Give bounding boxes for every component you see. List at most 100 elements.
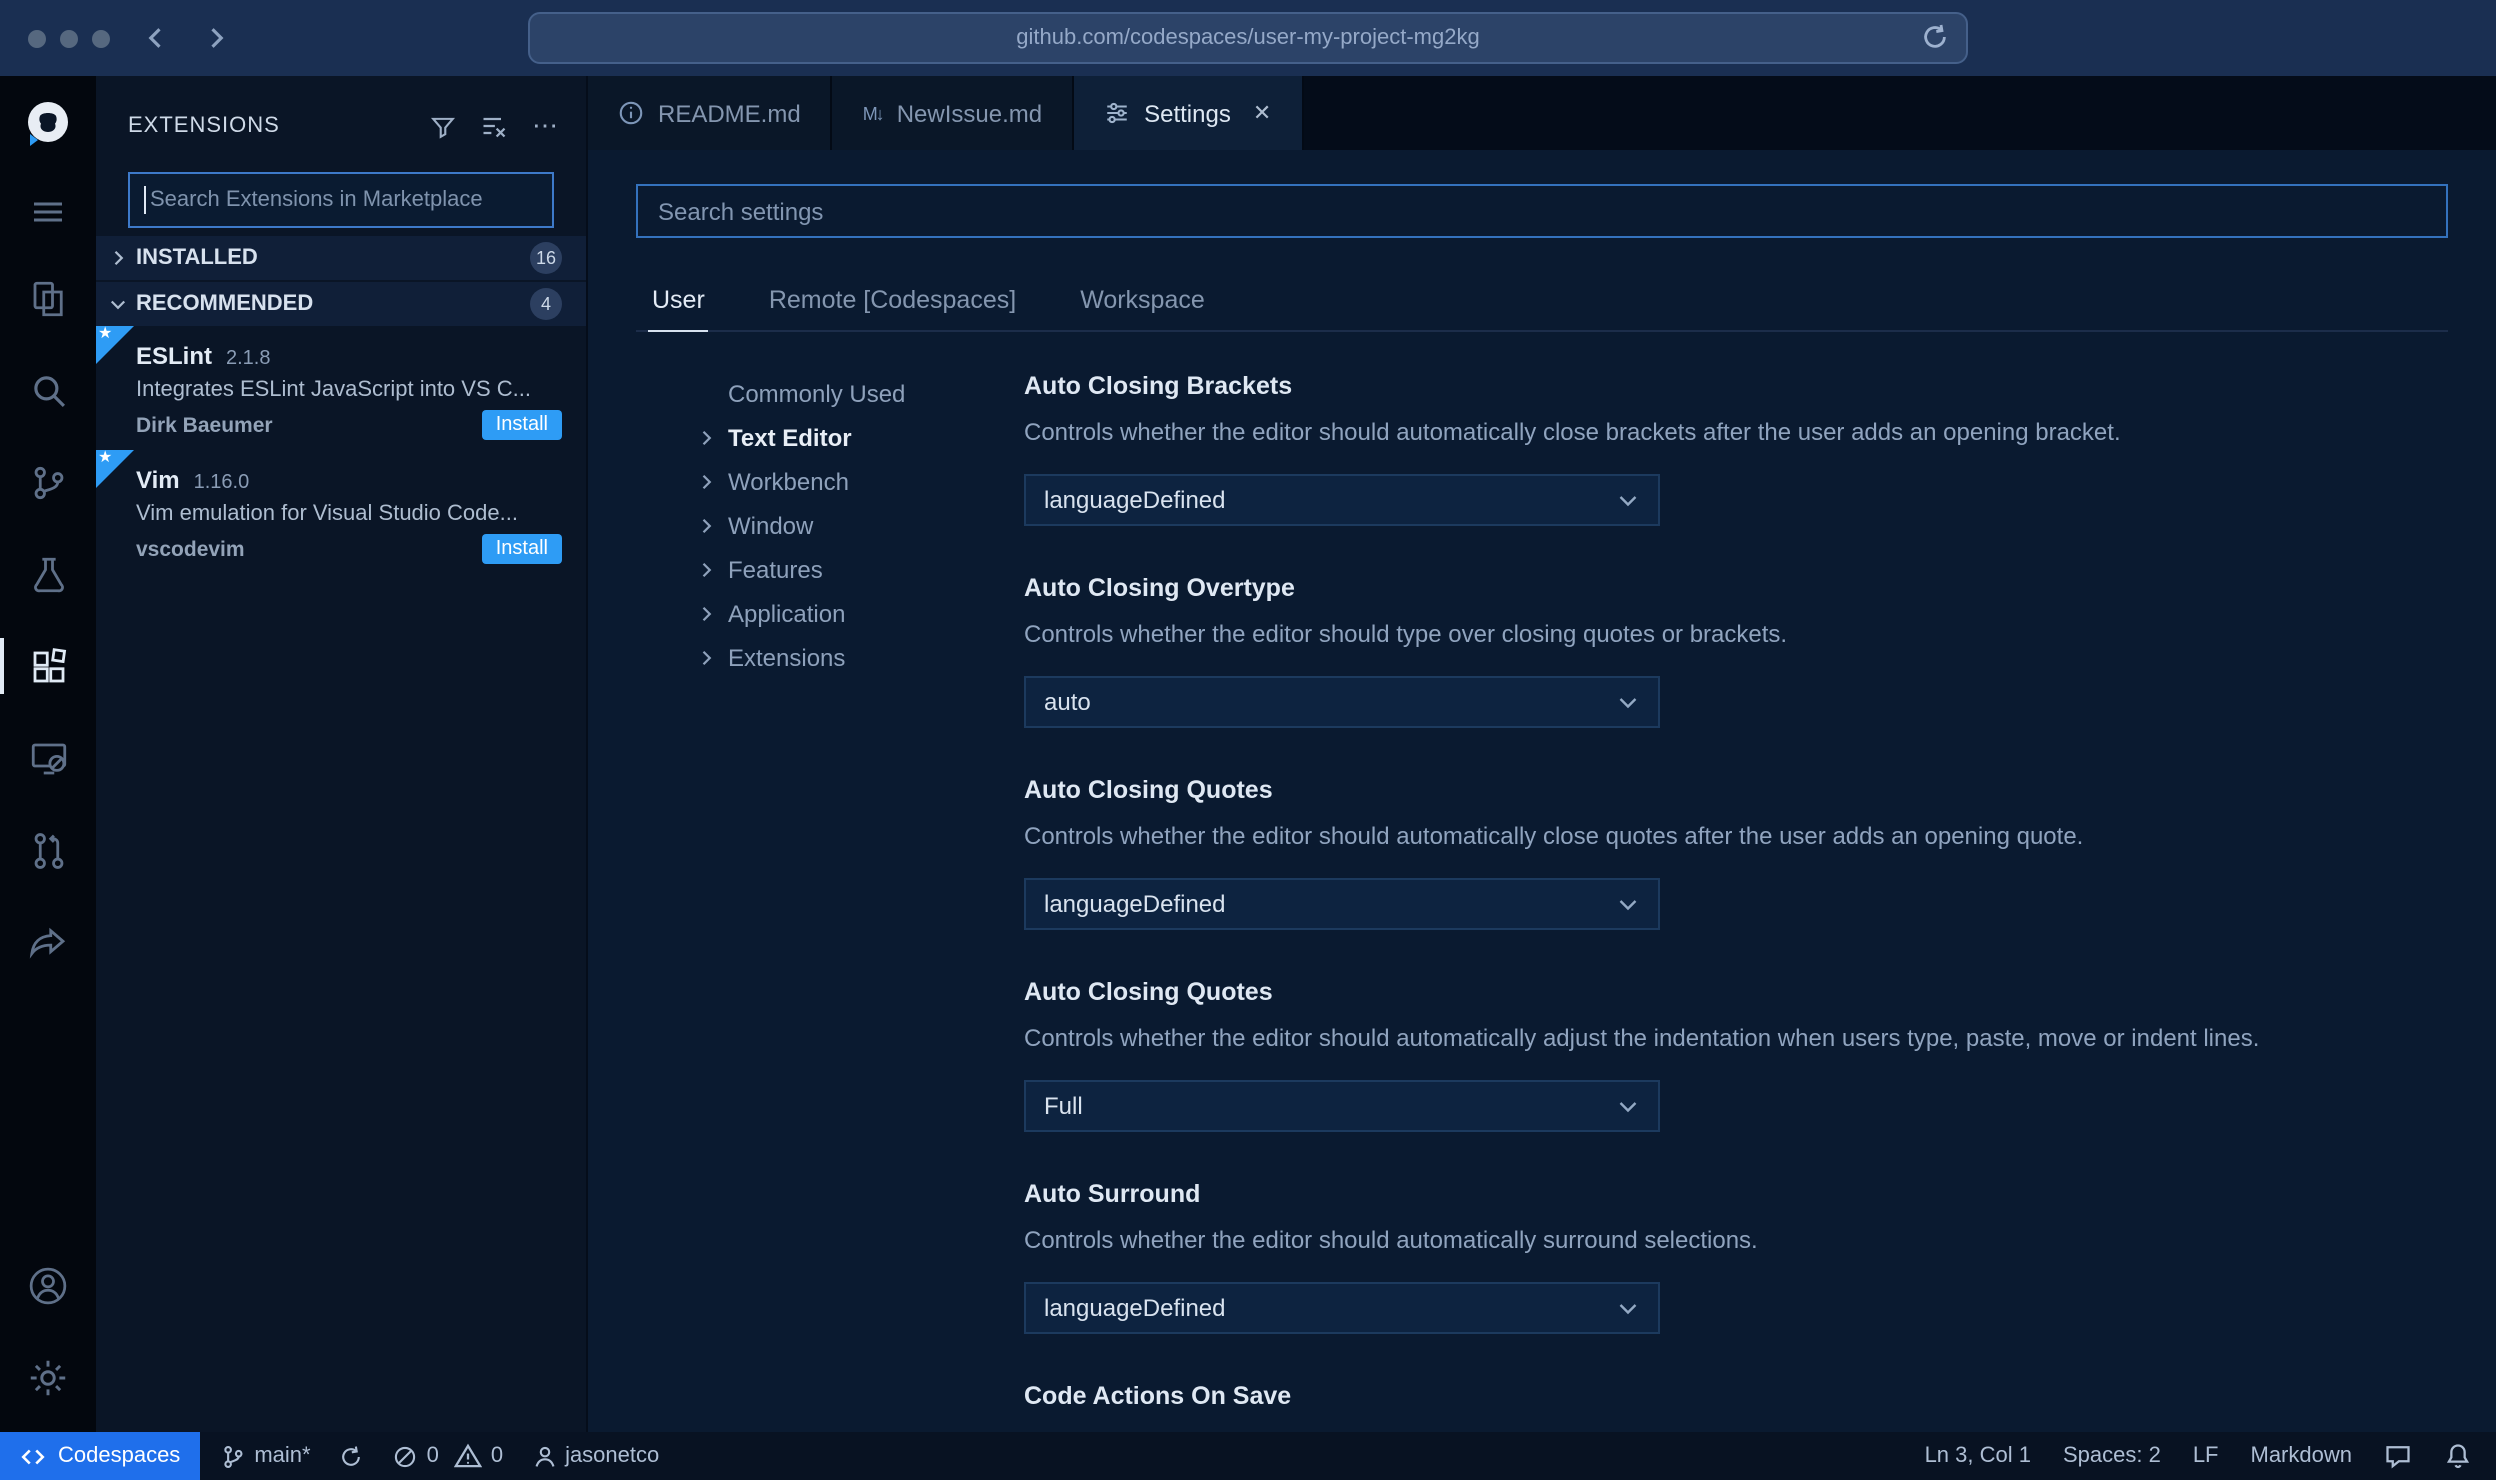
- install-button[interactable]: Install: [481, 410, 562, 440]
- sidebar-title: EXTENSIONS: [128, 114, 280, 138]
- tab-newissue[interactable]: M↓ NewIssue.md: [832, 76, 1075, 150]
- setting-dropdown[interactable]: auto: [1024, 676, 1660, 728]
- settings-toc: Commonly Used Text Editor Workbench Wind…: [636, 372, 1024, 1432]
- extensions-sidebar: EXTENSIONS ⋯ INSTA: [96, 76, 588, 1432]
- setting-description: Controls whether the editor should autom…: [1024, 418, 2121, 446]
- pull-request-icon[interactable]: [0, 804, 96, 896]
- test-beaker-icon[interactable]: [0, 528, 96, 620]
- toc-features[interactable]: Features: [696, 548, 1024, 592]
- person-icon: [531, 1443, 557, 1469]
- tab-settings[interactable]: Settings ✕: [1074, 76, 1304, 150]
- setting-dropdown[interactable]: languageDefined: [1024, 1282, 1660, 1334]
- dropdown-value: Full: [1044, 1092, 1083, 1120]
- indentation[interactable]: Spaces: 2: [2063, 1444, 2161, 1468]
- feedback-icon[interactable]: [2384, 1442, 2412, 1470]
- toc-window[interactable]: Window: [696, 504, 1024, 548]
- clear-filter-icon[interactable]: [480, 112, 508, 140]
- chevron-right-icon: [696, 516, 720, 536]
- language-mode[interactable]: Markdown: [2251, 1444, 2353, 1468]
- setting-title: Auto Closing Overtype: [1024, 574, 1295, 602]
- chevron-down-icon: [1616, 1094, 1640, 1118]
- github-codespaces-logo[interactable]: [0, 76, 96, 172]
- close-icon[interactable]: ✕: [1253, 100, 1271, 126]
- user-status[interactable]: jasonetco: [531, 1443, 659, 1469]
- extension-publisher: Dirk Baeumer: [136, 413, 273, 437]
- codespaces-indicator[interactable]: Codespaces: [0, 1432, 201, 1480]
- extension-name: Vim: [136, 466, 180, 494]
- setting-dropdown[interactable]: Full: [1024, 1080, 1660, 1132]
- setting-title: Auto Closing Brackets: [1024, 372, 1293, 400]
- setting-dropdown[interactable]: languageDefined: [1024, 878, 1660, 930]
- source-control-icon[interactable]: [0, 436, 96, 528]
- dropdown-value: languageDefined: [1044, 486, 1226, 514]
- editor-area: README.md M↓ NewIssue.md Settings ✕ Sear…: [588, 76, 2496, 1432]
- branch-status[interactable]: main*: [220, 1443, 311, 1469]
- cursor-position[interactable]: Ln 3, Col 1: [1925, 1444, 2031, 1468]
- toc-extensions[interactable]: Extensions: [696, 636, 1024, 680]
- tab-label: NewIssue.md: [896, 99, 1043, 127]
- sync-status[interactable]: [339, 1443, 365, 1469]
- scope-tab-remote[interactable]: Remote [Codespaces]: [765, 274, 1020, 332]
- window-control-dot[interactable]: [60, 29, 78, 47]
- tab-readme[interactable]: README.md: [588, 76, 833, 150]
- toc-text-editor[interactable]: Text Editor: [696, 416, 1024, 460]
- setting-item: Auto Surround Controls whether the edito…: [1024, 1180, 2448, 1334]
- settings-list: Auto Closing Brackets Controls whether t…: [1024, 372, 2448, 1432]
- setting-description: Controls whether the editor should autom…: [1024, 1226, 1758, 1254]
- setting-title: Auto Surround: [1024, 1180, 1201, 1208]
- remote-explorer-icon[interactable]: [0, 712, 96, 804]
- explorer-icon[interactable]: [0, 252, 96, 344]
- filter-icon[interactable]: [430, 113, 456, 139]
- toc-commonly-used[interactable]: Commonly Used: [696, 372, 1024, 416]
- extension-description: Vim emulation for Visual Studio Code...: [136, 502, 518, 526]
- dropdown-value: languageDefined: [1044, 1294, 1226, 1322]
- back-icon[interactable]: [142, 24, 170, 52]
- toc-workbench[interactable]: Workbench: [696, 460, 1024, 504]
- settings-scope-tabs: User Remote [Codespaces] Workspace: [636, 274, 2448, 332]
- section-recommended[interactable]: RECOMMENDED 4: [96, 282, 586, 326]
- eol-sequence[interactable]: LF: [2193, 1444, 2219, 1468]
- extension-version: 2.1.8: [226, 348, 271, 370]
- forward-icon[interactable]: [202, 24, 230, 52]
- install-button[interactable]: Install: [481, 534, 562, 564]
- setting-title: Auto Closing Quotes: [1024, 776, 1273, 804]
- setting-item: Auto Closing Overtype Controls whether t…: [1024, 574, 2448, 728]
- error-icon: [393, 1443, 419, 1469]
- address-bar[interactable]: github.com/codespaces/user-my-project-mg…: [528, 12, 1968, 64]
- setting-dropdown[interactable]: languageDefined: [1024, 474, 1660, 526]
- chevron-right-icon: [696, 472, 720, 492]
- notifications-bell-icon[interactable]: [2444, 1442, 2472, 1470]
- settings-gear-icon[interactable]: [0, 1332, 96, 1424]
- activity-bar: [0, 76, 96, 1432]
- section-installed[interactable]: INSTALLED 16: [96, 236, 586, 280]
- info-icon: [618, 100, 644, 126]
- chevron-right-icon: [696, 604, 720, 624]
- scope-tab-user[interactable]: User: [648, 274, 709, 332]
- search-icon[interactable]: [0, 344, 96, 436]
- toc-application[interactable]: Application: [696, 592, 1024, 636]
- setting-item: Auto Closing Quotes Controls whether the…: [1024, 978, 2448, 1132]
- share-icon[interactable]: [0, 896, 96, 988]
- extension-list-item[interactable]: ★ Vim 1.16.0 Vim emulation for Visual St…: [96, 450, 586, 574]
- chevron-down-icon: [1616, 488, 1640, 512]
- scope-tab-workspace[interactable]: Workspace: [1076, 274, 1209, 332]
- window-control-dot[interactable]: [92, 29, 110, 47]
- extension-list-item[interactable]: ★ ESLint 2.1.8 Integrates ESLint JavaScr…: [96, 326, 586, 450]
- window-control-dot[interactable]: [28, 29, 46, 47]
- refresh-icon[interactable]: [1920, 22, 1950, 52]
- chevron-down-icon: [1616, 1296, 1640, 1320]
- extension-name: ESLint: [136, 342, 212, 370]
- extensions-search-input[interactable]: [128, 172, 554, 228]
- address-bar-url: github.com/codespaces/user-my-project-mg…: [1016, 26, 1480, 50]
- chevron-down-icon: [1616, 690, 1640, 714]
- menu-icon[interactable]: [0, 172, 96, 252]
- extensions-icon[interactable]: [0, 620, 96, 712]
- settings-search-input[interactable]: [636, 184, 2448, 238]
- more-actions-icon[interactable]: ⋯: [532, 112, 558, 138]
- problems-status[interactable]: 0 0: [393, 1442, 503, 1470]
- codespaces-label: Codespaces: [58, 1444, 181, 1468]
- account-icon[interactable]: [0, 1240, 96, 1332]
- extension-publisher: vscodevim: [136, 537, 245, 561]
- window-controls: [28, 29, 110, 47]
- status-bar: Codespaces main* 0 0 jasonetco Ln 3, Col…: [0, 1432, 2496, 1480]
